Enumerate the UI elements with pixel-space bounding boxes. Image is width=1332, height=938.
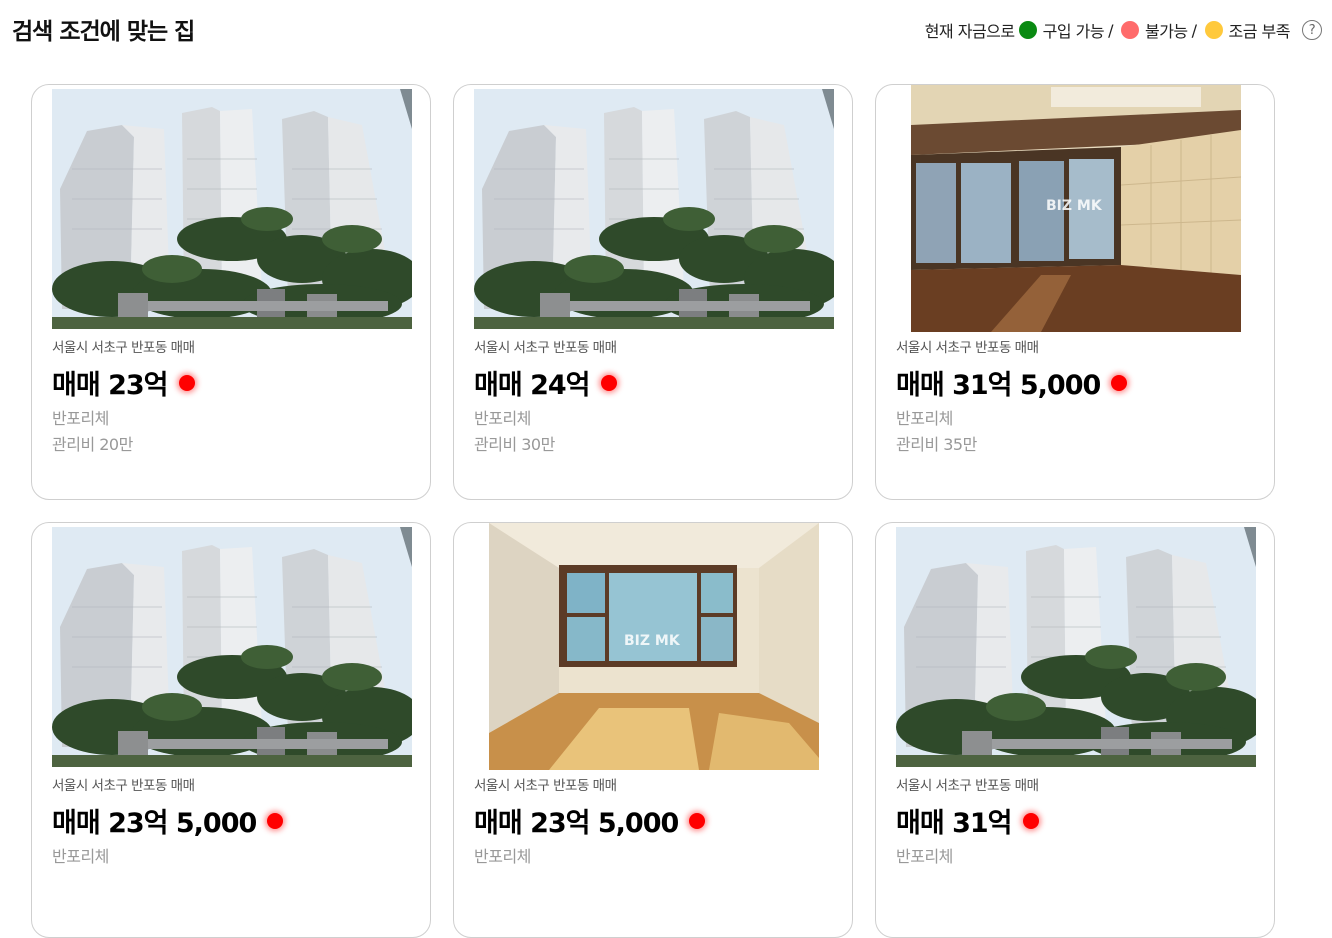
- listing-complex-name: 반포리체: [474, 409, 531, 428]
- price-row: 매매 31억 5,000: [896, 363, 1128, 402]
- listing-photo: [489, 523, 819, 770]
- affordability-status-dot: [178, 374, 195, 391]
- affordability-status-dot: [267, 812, 284, 829]
- affordability-status-dot: [689, 812, 706, 829]
- listing-complex-name: 반포리체: [52, 409, 109, 428]
- legend-dot-slightly-short: [1204, 21, 1223, 39]
- listing-photo: [52, 89, 412, 329]
- listing-photo: [911, 85, 1241, 332]
- listing-complex-name: 반포리체: [896, 409, 953, 428]
- price-row: 매매 23억: [52, 363, 195, 402]
- affordability-status-dot: [600, 374, 617, 391]
- listing-complex-name: 반포리체: [52, 847, 109, 866]
- legend-dot-affordable: [1018, 21, 1037, 39]
- legend-label-unaffordable: 불가능: [1144, 22, 1188, 41]
- legend-label-slightly-short: 조금 부족: [1228, 22, 1291, 41]
- affordability-legend: 현재 자금으로 구입 가능 / 불가능 / 조금 부족 ?: [925, 18, 1322, 42]
- affordability-status-dot: [1111, 374, 1128, 391]
- listing-photo: [896, 527, 1256, 767]
- legend-label-affordable: 구입 가능: [1042, 22, 1105, 41]
- price-row: 매매 31억: [896, 801, 1039, 840]
- listing-price: 매매 24억: [474, 370, 590, 401]
- listing-price: 매매 23억 5,000: [474, 808, 679, 839]
- legend-separator: /: [1191, 20, 1197, 40]
- listing-location: 서울시 서초구 반포동 매매: [896, 778, 1039, 794]
- listing-card[interactable]: 서울시 서초구 반포동 매매매매 23억 5,000 반포리체: [31, 522, 431, 938]
- listing-card[interactable]: 서울시 서초구 반포동 매매매매 31억반포리체: [875, 522, 1275, 938]
- listing-photo: [474, 89, 834, 329]
- listing-location: 서울시 서초구 반포동 매매: [474, 778, 617, 794]
- page-title: 검색 조건에 맞는 집: [12, 19, 195, 45]
- price-row: 매매 24억: [474, 363, 617, 402]
- price-row: 매매 23억 5,000: [474, 801, 706, 840]
- listing-photo: [52, 527, 412, 767]
- page-header: 검색 조건에 맞는 집 현재 자금으로 구입 가능 / 불가능 / 조금 부족 …: [0, 0, 1332, 60]
- listing-price: 매매 31억: [896, 808, 1012, 839]
- legend-dot-unaffordable: [1120, 21, 1139, 39]
- listing-price: 매매 23억: [52, 370, 168, 401]
- listing-location: 서울시 서초구 반포동 매매: [474, 340, 617, 356]
- listing-maintenance-fee: 관리비 20만: [52, 435, 133, 454]
- listing-location: 서울시 서초구 반포동 매매: [52, 778, 195, 794]
- listing-complex-name: 반포리체: [896, 847, 953, 866]
- affordability-status-dot: [1022, 812, 1039, 829]
- listing-card[interactable]: 서울시 서초구 반포동 매매매매 31억 5,000 반포리체관리비 35만: [875, 84, 1275, 500]
- legend-prefix: 현재 자금으로: [924, 22, 1015, 41]
- question-circle-icon[interactable]: ?: [1302, 20, 1322, 40]
- price-row: 매매 23억 5,000: [52, 801, 284, 840]
- listing-maintenance-fee: 관리비 30만: [474, 435, 555, 454]
- listing-location: 서울시 서초구 반포동 매매: [896, 340, 1039, 356]
- listing-price: 매매 31억 5,000: [896, 370, 1101, 401]
- listing-location: 서울시 서초구 반포동 매매: [52, 340, 195, 356]
- listing-card[interactable]: 서울시 서초구 반포동 매매매매 23억 5,000 반포리체: [453, 522, 853, 938]
- listing-complex-name: 반포리체: [474, 847, 531, 866]
- listing-maintenance-fee: 관리비 35만: [896, 435, 977, 454]
- listing-card[interactable]: 서울시 서초구 반포동 매매매매 24억반포리체관리비 30만: [453, 84, 853, 500]
- legend-separator: /: [1108, 20, 1113, 40]
- listing-price: 매매 23억 5,000: [52, 808, 257, 839]
- listing-card[interactable]: 서울시 서초구 반포동 매매매매 23억반포리체관리비 20만: [31, 84, 431, 500]
